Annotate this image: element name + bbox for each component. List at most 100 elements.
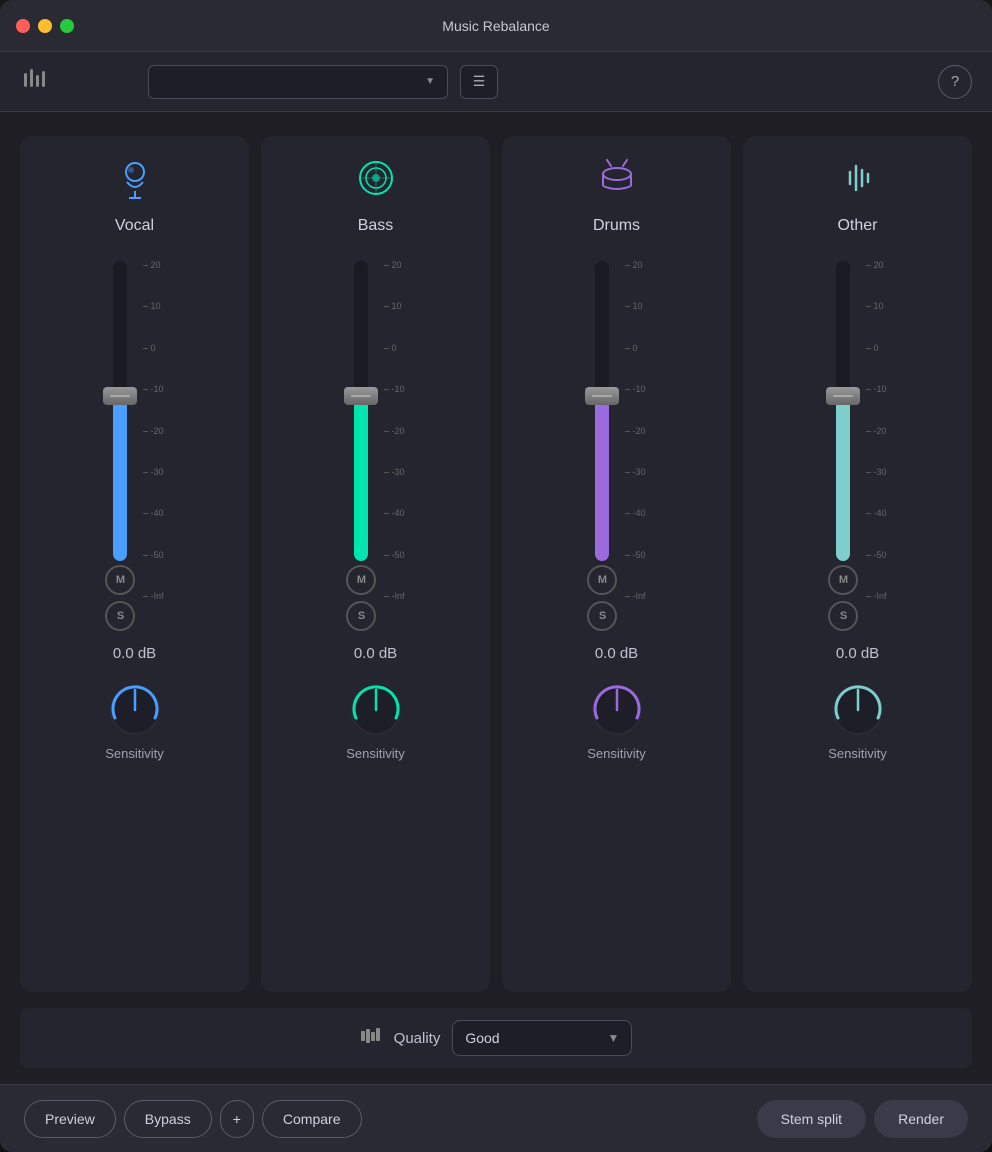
bass-fader-fill [354,396,368,561]
quality-value: Good [465,1030,499,1046]
other-fader-track-wrapper: M S [828,251,858,631]
drums-fader-fill [595,396,609,561]
menu-button[interactable]: ☰ [460,65,498,99]
minimize-button[interactable] [38,19,52,33]
scale-n30: -30 [143,468,163,477]
scale-20: 20 [143,261,163,270]
other-sensitivity-label: Sensitivity [828,746,887,761]
drums-mute-solo: M S [587,565,617,631]
scale-0: 0 [143,344,163,353]
other-knob-section: Sensitivity [828,680,888,761]
bass-fader-track-wrapper: M S [346,251,376,631]
drums-fader-track[interactable] [595,261,609,561]
bypass-button[interactable]: Bypass [124,1100,212,1138]
drums-icon [595,156,639,207]
bass-fader-track[interactable] [354,261,368,561]
close-button[interactable] [16,19,30,33]
quality-select[interactable]: Good ▼ [452,1020,632,1056]
other-fader-fill [836,396,850,561]
drums-mute-button[interactable]: M [587,565,617,595]
scale-inf: -Inf [143,592,163,601]
other-fader-section: M S 20 10 0 -10 -20 -30 -40 -50 -Inf [828,251,886,631]
drums-fader-track-wrapper: M S [587,251,617,631]
vocal-icon [113,156,157,207]
other-solo-button[interactable]: S [828,601,858,631]
window-controls [16,19,74,33]
vocal-db-value: 0.0 dB [113,645,156,662]
plus-button[interactable]: + [220,1100,254,1138]
preview-button[interactable]: Preview [24,1100,116,1138]
other-sensitivity-knob[interactable] [828,680,888,740]
vocal-solo-button[interactable]: S [105,601,135,631]
bass-solo-button[interactable]: S [346,601,376,631]
vocal-fader-handle[interactable] [103,387,137,405]
channels-row: Vocal M S 20 10 [20,136,972,992]
scale-n10: -10 [143,385,163,394]
vocal-sensitivity-knob[interactable] [105,680,165,740]
other-mute-button[interactable]: M [828,565,858,595]
vocal-label: Vocal [115,217,154,235]
quality-label: Quality [394,1030,441,1047]
drums-sensitivity-label: Sensitivity [587,746,646,761]
other-fader-handle[interactable] [826,387,860,405]
maximize-button[interactable] [60,19,74,33]
drums-db-value: 0.0 dB [595,645,638,662]
help-button[interactable]: ? [938,65,972,99]
channel-other: Other M S 20 10 [743,136,972,992]
logo-icon [20,65,48,99]
drums-sensitivity-knob[interactable] [587,680,647,740]
quality-select-arrow-icon: ▼ [607,1031,619,1045]
quality-icon [360,1025,382,1052]
scale-n20: -20 [143,427,163,436]
title-bar: Music Rebalance [0,0,992,52]
bass-label: Bass [358,217,394,235]
stem-split-button[interactable]: Stem split [757,1100,866,1138]
bottom-bar: Preview Bypass + Compare Stem split Rend… [0,1084,992,1152]
window-title: Music Rebalance [442,18,549,34]
app-window: Music Rebalance ▼ ☰ ? [0,0,992,1152]
bass-mute-button[interactable]: M [346,565,376,595]
bass-knob-section: Sensitivity [346,680,406,761]
vocal-knob-section: Sensitivity [105,680,165,761]
vocal-scale-labels: 20 10 0 -10 -20 -30 -40 -50 -Inf [139,261,163,601]
scale-10: 10 [143,302,163,311]
scale-n40: -40 [143,509,163,518]
bass-fader-handle[interactable] [344,387,378,405]
vocal-fader-track[interactable] [113,261,127,561]
render-button[interactable]: Render [874,1100,968,1138]
bass-scale-labels: 20 10 0 -10 -20 -30 -40 -50 -Inf [380,261,404,601]
channel-bass: Bass M S 20 10 [261,136,490,992]
bass-sensitivity-knob[interactable] [346,680,406,740]
vocal-fader-track-wrapper: M S [105,251,135,631]
drums-label: Drums [593,217,640,235]
bass-fader-section: M S 20 10 0 -10 -20 -30 -40 -50 -Inf [346,251,404,631]
preset-dropdown[interactable]: ▼ [148,65,448,99]
drums-fader-section: M S 20 10 0 -10 -20 -30 -40 -50 -Inf [587,251,645,631]
other-fader-track[interactable] [836,261,850,561]
preset-dropdown-arrow-icon: ▼ [425,76,435,87]
vocal-fader-section: M S 20 10 0 -10 -20 -30 -40 -50 -Inf [105,251,163,631]
drums-knob-section: Sensitivity [587,680,647,761]
bass-db-value: 0.0 dB [354,645,397,662]
other-label: Other [837,217,877,235]
main-content: Vocal M S 20 10 [0,112,992,1084]
quality-row: Quality Good ▼ [20,1008,972,1068]
help-icon: ? [951,73,959,90]
vocal-fader-fill [113,396,127,561]
toolbar: ▼ ☰ ? [0,52,992,112]
bottom-right: Stem split Render [757,1100,968,1138]
other-scale-labels: 20 10 0 -10 -20 -30 -40 -50 -Inf [862,261,886,601]
hamburger-icon: ☰ [473,73,486,90]
drums-solo-button[interactable]: S [587,601,617,631]
vocal-mute-button[interactable]: M [105,565,135,595]
vocal-mute-solo: M S [105,565,135,631]
vocal-sensitivity-label: Sensitivity [105,746,164,761]
other-db-value: 0.0 dB [836,645,879,662]
other-mute-solo: M S [828,565,858,631]
bass-mute-solo: M S [346,565,376,631]
drums-fader-handle[interactable] [585,387,619,405]
compare-button[interactable]: Compare [262,1100,362,1138]
channel-drums: Drums M S 20 10 [502,136,731,992]
drums-scale-labels: 20 10 0 -10 -20 -30 -40 -50 -Inf [621,261,645,601]
other-icon [836,156,880,207]
